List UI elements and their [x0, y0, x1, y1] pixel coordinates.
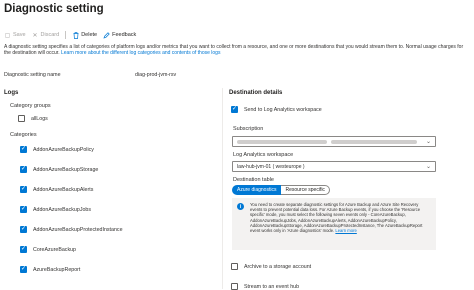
- save-button[interactable]: ▢ Save: [4, 32, 26, 39]
- chevron-down-icon: ⌄: [425, 164, 431, 170]
- category-row[interactable]: ✓ AddonAzureBackupJobs: [20, 206, 91, 213]
- delete-button[interactable]: Delete: [72, 31, 98, 39]
- save-icon: ▢: [4, 32, 11, 39]
- all-logs-label: allLogs: [31, 115, 48, 122]
- description: A diagnostic setting specifies a list of…: [4, 44, 466, 56]
- trash-icon: [72, 31, 79, 39]
- category-checkbox[interactable]: ✓: [20, 246, 27, 253]
- category-label: AddonAzureBackupJobs: [33, 206, 92, 213]
- category-row[interactable]: ✓ AzureBackupReport: [20, 266, 80, 273]
- toolbar-divider: [65, 31, 67, 39]
- feedback-button[interactable]: Feedback: [103, 31, 137, 39]
- destination-table-label: Destination table: [233, 177, 274, 183]
- category-row[interactable]: ✓ AddonAzureBackupStorage: [20, 166, 98, 173]
- delete-label: Delete: [81, 32, 98, 38]
- azure-diagnostics-option[interactable]: Azure diagnostics: [232, 185, 282, 195]
- column-divider: [222, 88, 223, 289]
- category-label: AddonAzureBackupAlerts: [33, 186, 94, 193]
- info-icon: i: [237, 203, 244, 210]
- workspace-dropdown[interactable]: law-hub-jvm-01 ( westeurope ) ⌄: [232, 161, 436, 172]
- destination-heading: Destination details: [229, 90, 283, 96]
- category-row[interactable]: ✓ AddonAzureBackupAlerts: [20, 186, 93, 193]
- category-label: CoreAzureBackup: [33, 246, 76, 253]
- info-message-text: You need to create separate diagnostic s…: [250, 202, 430, 233]
- category-row[interactable]: ✓ CoreAzureBackup: [20, 246, 76, 253]
- discard-icon: ✕: [32, 32, 38, 39]
- category-label: AddonAzureBackupStorage: [33, 166, 99, 173]
- chevron-down-icon: ⌄: [425, 139, 431, 145]
- redacted-subscription: [331, 140, 417, 144]
- archive-label: Archive to a storage account: [244, 263, 312, 270]
- redacted-subscription: [237, 140, 327, 144]
- category-label: AddonAzureBackupProtectedInstance: [33, 226, 123, 233]
- archive-checkbox[interactable]: [231, 263, 238, 270]
- setting-name-value[interactable]: diag-prod-jvm-rsv: [135, 72, 176, 78]
- page-title: Diagnostic setting: [4, 3, 104, 15]
- category-label: AddonAzureBackupPolicy: [33, 146, 94, 153]
- learn-more-log-categories-link[interactable]: Learn more about the different log categ…: [61, 50, 220, 56]
- send-law-label: Send to Log Analytics workspace: [244, 106, 322, 113]
- category-row[interactable]: ✓ AddonAzureBackupProtectedInstance: [20, 226, 123, 233]
- subscription-dropdown[interactable]: ⌄: [232, 136, 436, 147]
- category-checkbox[interactable]: ✓: [20, 226, 27, 233]
- send-law-checkbox[interactable]: ✓: [231, 106, 238, 113]
- subscription-label: Subscription: [233, 126, 264, 132]
- send-law-checkbox-row[interactable]: ✓ Send to Log Analytics workspace: [231, 106, 322, 113]
- toolbar: ▢ Save ✕ Discard Delete Feedback: [4, 29, 142, 41]
- category-checkbox[interactable]: ✓: [20, 166, 27, 173]
- category-row[interactable]: ✓ AddonAzureBackupPolicy: [20, 146, 94, 153]
- feedback-label: Feedback: [112, 32, 137, 38]
- workspace-value: law-hub-jvm-01 ( westeurope ): [237, 164, 305, 170]
- category-label: AzureBackupReport: [33, 266, 81, 273]
- workspace-label: Log Analytics workspace: [233, 152, 294, 158]
- resource-specific-option[interactable]: Resource specific: [281, 185, 330, 195]
- discard-button[interactable]: ✕ Discard: [32, 32, 60, 39]
- category-checkbox[interactable]: ✓: [20, 206, 27, 213]
- learn-more-link[interactable]: Learn more: [335, 228, 356, 233]
- destination-table-toggle: Azure diagnostics Resource specific: [232, 185, 330, 195]
- feedback-icon: [103, 31, 110, 39]
- discard-label: Discard: [40, 32, 60, 38]
- category-checkbox[interactable]: ✓: [20, 186, 27, 193]
- save-label: Save: [13, 32, 26, 38]
- logs-heading: Logs: [4, 90, 19, 96]
- archive-checkbox-row[interactable]: Archive to a storage account: [231, 263, 311, 270]
- category-checkbox[interactable]: ✓: [20, 146, 27, 153]
- info-message: i You need to create separate diagnostic…: [232, 198, 436, 250]
- categories-label: Categories: [10, 132, 37, 138]
- setting-name-label: Diagnostic setting name: [4, 72, 61, 78]
- category-groups-label: Category groups: [10, 103, 51, 109]
- all-logs-checkbox[interactable]: [18, 115, 25, 122]
- category-checkbox[interactable]: ✓: [20, 266, 27, 273]
- all-logs-checkbox-row[interactable]: allLogs: [18, 115, 48, 122]
